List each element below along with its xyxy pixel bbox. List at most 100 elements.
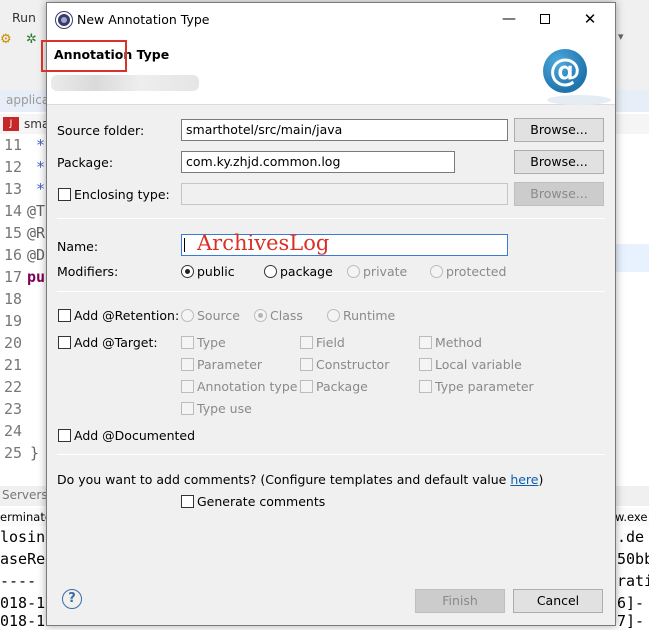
target-package-checkbox[interactable] — [300, 380, 313, 393]
line-number: 21 — [3, 356, 22, 374]
browse-enclosing-type-button[interactable]: Browse... — [514, 182, 604, 206]
help-icon[interactable]: ? — [62, 589, 82, 609]
target-parameter-checkbox[interactable] — [181, 358, 194, 371]
target-type-parameter-checkbox[interactable] — [419, 380, 432, 393]
source-folder-input[interactable]: smarthotel/src/main/java — [181, 119, 508, 141]
name-label: Name: — [57, 239, 99, 254]
target-method-checkbox[interactable] — [419, 336, 432, 349]
target-constructor-checkbox[interactable] — [300, 358, 313, 371]
line-number-gutter: 11 12 13 14 15 16 17 18 19 20 21 22 23 2… — [0, 136, 30, 462]
target-method-label: Method — [435, 335, 482, 350]
console-line: aseRe — [0, 550, 46, 568]
console-header-right: w.exe — [615, 510, 648, 524]
line-number: 17 — [3, 268, 22, 286]
ide-view-tab-label: applica — [6, 93, 50, 107]
retention-runtime-radio[interactable] — [327, 309, 340, 322]
enclosing-type-checkbox[interactable] — [58, 188, 71, 201]
modifier-public-label: public — [197, 264, 235, 279]
cancel-button[interactable]: Cancel — [513, 589, 603, 613]
target-constructor-label: Constructor — [316, 357, 390, 372]
menu-run[interactable]: Run — [12, 10, 36, 25]
generate-comments-checkbox[interactable] — [181, 495, 194, 508]
line-number: 16 — [3, 246, 22, 264]
line-number: 11 — [3, 136, 22, 154]
modifier-protected-label: protected — [446, 264, 507, 279]
line-number: 23 — [3, 400, 22, 418]
target-type-parameter-label: Type parameter — [435, 379, 534, 394]
target-type-use-checkbox[interactable] — [181, 402, 194, 415]
comments-question-text: Do you want to add comments? (Configure … — [57, 472, 511, 487]
target-parameter-label: Parameter — [197, 357, 263, 372]
eclipse-app-icon — [56, 12, 72, 28]
target-local-variable-label: Local variable — [435, 357, 522, 372]
target-package-label: Package — [316, 379, 368, 394]
configure-templates-link[interactable]: here — [510, 472, 538, 487]
modifier-package-label: package — [280, 264, 333, 279]
dialog-titlebar[interactable]: New Annotation Type — ✕ — [47, 3, 615, 35]
add-documented-checkbox[interactable] — [58, 429, 71, 442]
line-number: 19 — [3, 312, 22, 330]
comments-question-close: ) — [538, 472, 544, 487]
toolbar-bug-icon[interactable]: ✲ — [26, 32, 40, 47]
current-line-highlight — [615, 244, 649, 272]
console-line: ---- — [0, 572, 37, 590]
minimize-button[interactable]: — — [495, 9, 523, 29]
add-target-checkbox[interactable] — [58, 336, 71, 349]
retention-class-radio[interactable] — [254, 309, 267, 322]
console-line: losin — [0, 528, 46, 546]
console-header-left: erminate — [0, 510, 52, 524]
target-annotation-type-label: Annotation type — [197, 379, 298, 394]
add-retention-checkbox[interactable] — [58, 309, 71, 322]
line-number: 25 — [3, 444, 22, 462]
console-line-right: .de — [617, 528, 645, 546]
retention-source-radio[interactable] — [181, 309, 194, 322]
line-number: 12 — [3, 158, 22, 176]
browse-source-folder-button[interactable]: Browse... — [514, 118, 604, 142]
source-folder-label: Source folder: — [57, 123, 145, 138]
enclosing-type-label: Enclosing type: — [74, 187, 170, 202]
toolbar-tool-icon[interactable]: ⚙ — [0, 32, 14, 47]
modifier-public-radio[interactable] — [181, 265, 194, 278]
modifier-private-radio[interactable] — [347, 265, 360, 278]
package-input[interactable]: com.ky.zhjd.common.log — [181, 151, 455, 173]
line-number: 24 — [3, 422, 22, 440]
modifier-package-radio[interactable] — [264, 265, 277, 278]
target-field-checkbox[interactable] — [300, 336, 313, 349]
servers-tab-label[interactable]: Servers — [2, 488, 48, 502]
target-annotation-type-checkbox[interactable] — [181, 380, 194, 393]
name-value: ArchivesLog — [197, 231, 330, 255]
line-number: 13 — [3, 180, 22, 198]
retention-runtime-label: Runtime — [343, 308, 396, 323]
maximize-icon — [540, 14, 550, 24]
enclosing-type-input[interactable] — [181, 183, 508, 205]
annotation-at-icon: @ — [543, 49, 587, 93]
maximize-button[interactable] — [531, 9, 559, 29]
modifier-private-label: private — [363, 264, 408, 279]
browse-package-button[interactable]: Browse... — [514, 150, 604, 174]
generate-comments-label: Generate comments — [197, 494, 326, 509]
code-fragment: pu — [27, 268, 46, 286]
code-fragment: @T — [27, 202, 46, 220]
toolbar-dropdown-icon[interactable]: ▾ — [618, 30, 624, 43]
code-fragment: @R — [27, 224, 46, 242]
finish-button[interactable]: Finish — [415, 589, 505, 613]
target-local-variable-checkbox[interactable] — [419, 358, 432, 371]
line-number: 14 — [3, 202, 22, 220]
console-line-right: rati — [617, 572, 649, 590]
code-fragment: @D — [27, 246, 46, 264]
separator — [57, 454, 605, 455]
dialog-title: New Annotation Type — [77, 12, 210, 27]
comments-question: Do you want to add comments? (Configure … — [57, 472, 543, 487]
package-label: Package: — [57, 155, 114, 170]
retention-source-label: Source — [197, 308, 240, 323]
target-type-checkbox[interactable] — [181, 336, 194, 349]
console-line-right: 7]- — [617, 612, 645, 630]
modifier-protected-radio[interactable] — [430, 265, 443, 278]
blurred-message — [51, 75, 199, 91]
logo-shadow — [547, 95, 611, 105]
console-line-right: 50bb — [617, 550, 649, 568]
close-button[interactable]: ✕ — [576, 9, 604, 29]
wizard-banner: Annotation Type @ — [41, 35, 615, 105]
highlight-box — [41, 40, 127, 72]
target-field-label: Field — [316, 335, 345, 350]
